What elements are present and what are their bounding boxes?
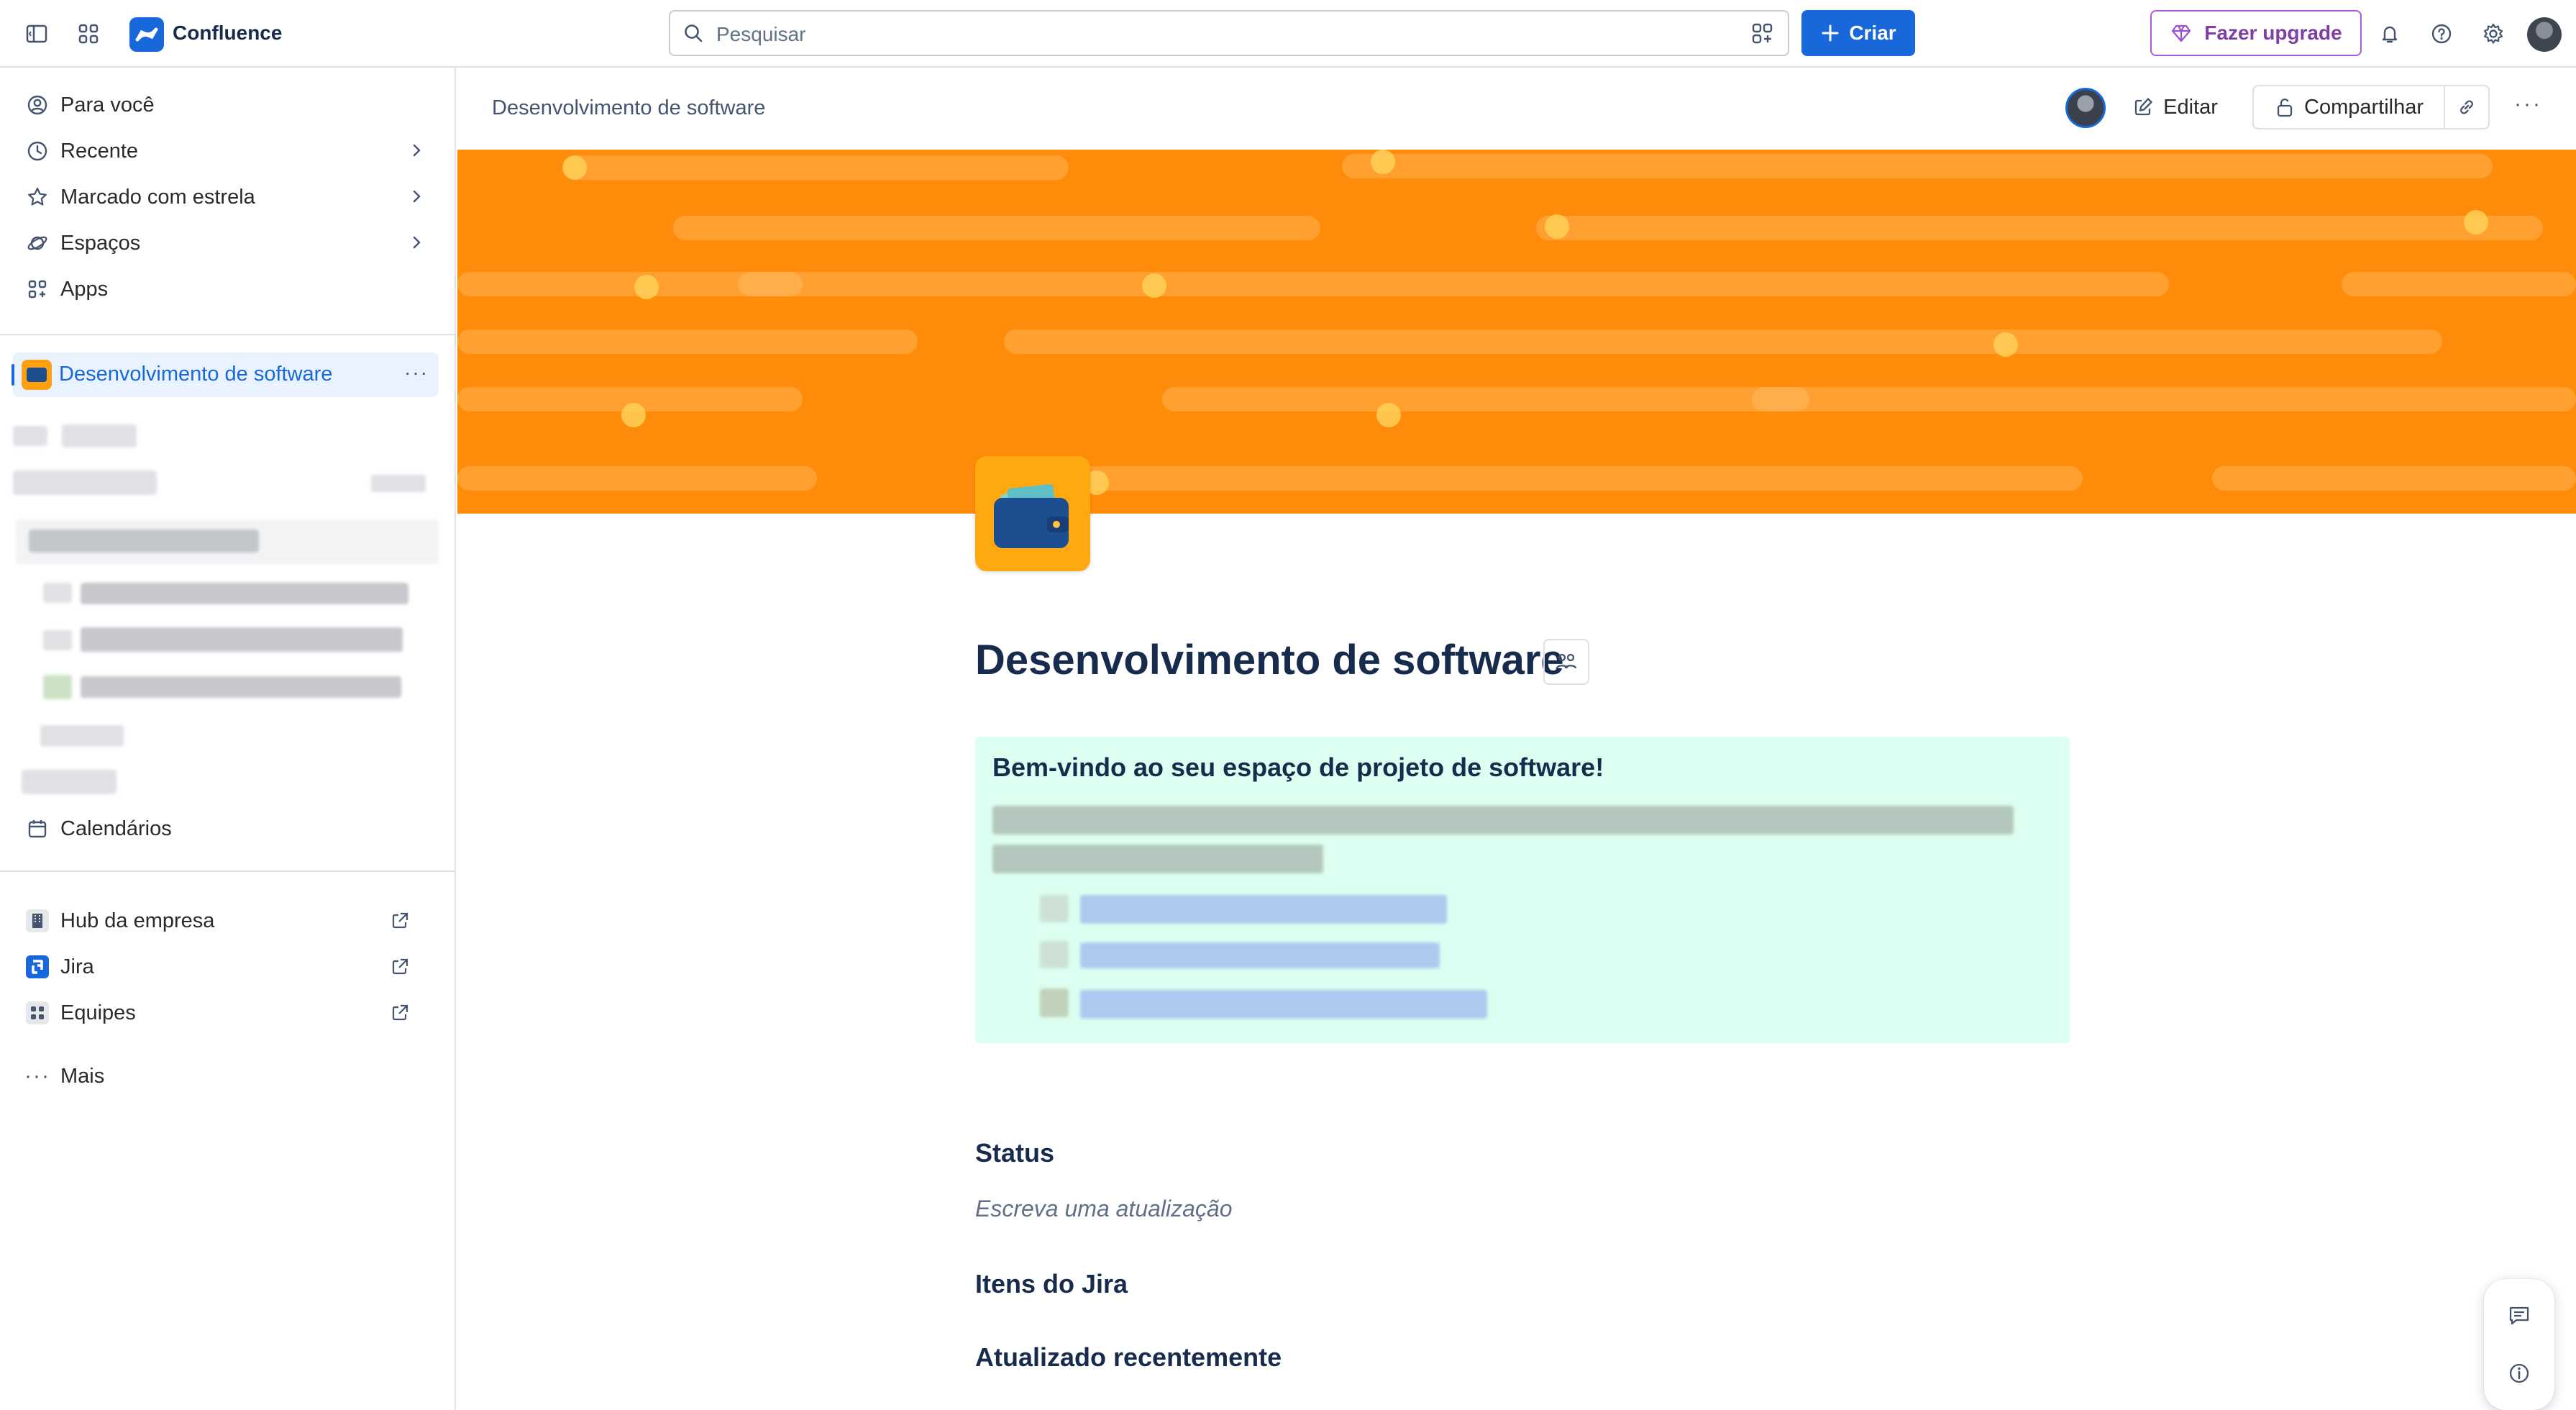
- comment-icon[interactable]: [2504, 1301, 2534, 1331]
- apps-icon: [14, 278, 60, 301]
- sidebar-item-company-hub[interactable]: Hub da empresa: [14, 901, 439, 941]
- plus-icon: [1822, 24, 1839, 42]
- jira-items-heading: Itens do Jira: [975, 1269, 1128, 1298]
- chevron-right-icon[interactable]: [406, 186, 427, 211]
- wallet-icon: [975, 456, 1090, 571]
- sidebar-item-label: Espaços: [60, 231, 141, 255]
- space-more-button[interactable]: ···: [404, 361, 429, 384]
- sidebar-toggle-icon[interactable]: [22, 19, 52, 49]
- sidebar-item-starred[interactable]: Marcado com estrela: [14, 177, 439, 217]
- selected-indicator: [12, 364, 14, 386]
- external-link-icon: [390, 911, 410, 934]
- share-label: Compartilhar: [2304, 95, 2424, 119]
- confluence-app: Confluence Pesquisar Criar Fazer upgrade: [0, 0, 2576, 1410]
- user-circle-icon: [14, 94, 60, 117]
- user-avatar[interactable]: [2527, 17, 2562, 52]
- help-icon[interactable]: [2426, 19, 2457, 49]
- top-navigation-bar: Confluence Pesquisar Criar Fazer upgrade: [0, 0, 2576, 68]
- recently-updated-heading: Atualizado recentemente: [975, 1342, 1282, 1372]
- status-update-input[interactable]: Escreva uma atualização: [975, 1196, 1233, 1222]
- info-icon[interactable]: [2504, 1358, 2534, 1388]
- sidebar-item-label: Calendários: [60, 817, 172, 840]
- sidebar-item-apps[interactable]: Apps: [14, 269, 439, 309]
- sidebar-item-label: Mais: [60, 1064, 105, 1088]
- sidebar-divider: [0, 870, 455, 872]
- edit-button[interactable]: Editar: [2124, 85, 2225, 129]
- chevron-right-icon[interactable]: [406, 232, 427, 257]
- sidebar-item-label: Apps: [60, 277, 109, 301]
- search-icon: [682, 22, 705, 48]
- search-input[interactable]: Pesquisar: [669, 10, 1789, 56]
- create-button[interactable]: Criar: [1801, 10, 1915, 56]
- jira-icon: [14, 954, 60, 980]
- app-name[interactable]: Confluence: [173, 22, 282, 45]
- sidebar-item-current-space[interactable]: Desenvolvimento de software ···: [12, 352, 439, 397]
- upgrade-button[interactable]: Fazer upgrade: [2150, 10, 2362, 56]
- page-content: Desenvolvimento de software Editar Compa…: [457, 68, 2576, 1410]
- external-link-icon: [390, 1003, 410, 1027]
- calendar-icon: [14, 817, 60, 840]
- pencil-icon: [2134, 98, 2152, 116]
- status-heading: Status: [975, 1138, 1055, 1168]
- sidebar-item-recent[interactable]: Recente: [14, 131, 439, 171]
- bell-icon[interactable]: [2375, 19, 2405, 49]
- wallet-icon: [22, 360, 52, 390]
- sidebar-item-for-you[interactable]: Para você: [14, 85, 439, 125]
- settings-icon[interactable]: [2478, 19, 2508, 49]
- sidebar-item-spaces[interactable]: Espaços: [14, 223, 439, 263]
- floating-actions-panel: [2484, 1279, 2554, 1410]
- sidebar: Para você Recente Marcado com estrela Es…: [0, 68, 456, 1410]
- page-more-button[interactable]: ···: [2514, 92, 2542, 117]
- sidebar-item-label: Marcado com estrela: [60, 185, 255, 209]
- sidebar-item-more[interactable]: ··· Mais: [14, 1056, 439, 1096]
- unlock-icon: [2277, 99, 2293, 117]
- more-icon: ···: [24, 1064, 50, 1088]
- chevron-right-icon[interactable]: [406, 140, 427, 165]
- sidebar-item-label: Recente: [60, 139, 139, 163]
- sidebar-item-label: Para você: [60, 93, 155, 117]
- planet-icon: [14, 232, 60, 255]
- building-icon: [14, 908, 60, 934]
- rovo-icon[interactable]: [1750, 22, 1775, 50]
- sidebar-item-teams[interactable]: Equipes: [14, 993, 439, 1033]
- upgrade-label: Fazer upgrade: [2204, 22, 2342, 44]
- sidebar-item-calendars[interactable]: Calendários: [14, 809, 439, 849]
- create-label: Criar: [1849, 22, 1896, 44]
- welcome-panel: Bem-vindo ao seu espaço de projeto de so…: [975, 737, 2070, 1043]
- sidebar-item-jira[interactable]: Jira: [14, 947, 439, 987]
- contributors-icon[interactable]: [1543, 639, 1589, 685]
- link-icon: [2460, 100, 2473, 114]
- teams-icon: [14, 1000, 60, 1026]
- star-icon: [14, 186, 60, 209]
- copy-link-button[interactable]: [2445, 85, 2490, 129]
- collaborator-avatar[interactable]: [2065, 88, 2106, 128]
- edit-label: Editar: [2163, 95, 2218, 119]
- sidebar-item-label: Jira: [60, 955, 94, 978]
- header-banner: [457, 150, 2576, 514]
- sidebar-item-label: Equipes: [60, 1001, 136, 1024]
- panel-title: Bem-vindo ao seu espaço de projeto de so…: [992, 752, 1604, 782]
- clock-icon: [14, 140, 60, 163]
- page-title: Desenvolvimento de software: [975, 637, 1564, 683]
- share-button[interactable]: Compartilhar: [2252, 85, 2445, 129]
- search-placeholder: Pesquisar: [716, 23, 806, 45]
- app-switcher-icon[interactable]: [73, 19, 104, 49]
- external-link-icon: [390, 957, 410, 981]
- sidebar-item-label: Hub da empresa: [60, 909, 215, 932]
- space-name: Desenvolvimento de software: [59, 363, 333, 386]
- gem-icon: [2172, 24, 2191, 42]
- confluence-logo-icon[interactable]: [129, 17, 164, 52]
- sidebar-divider: [0, 334, 455, 335]
- breadcrumb[interactable]: Desenvolvimento de software: [492, 96, 765, 120]
